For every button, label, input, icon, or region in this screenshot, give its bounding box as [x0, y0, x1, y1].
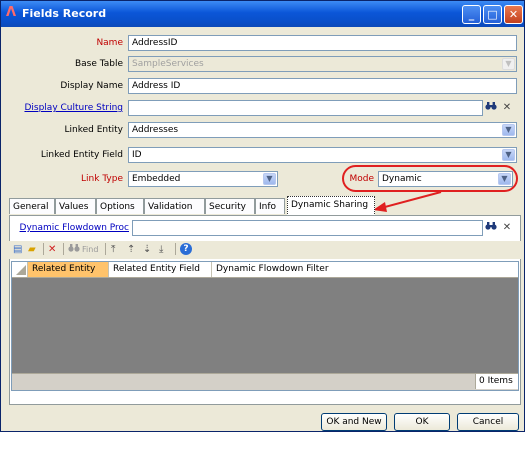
- ok-button[interactable]: OK: [394, 413, 450, 431]
- move-bottom-icon[interactable]: ⤓: [159, 243, 163, 257]
- open-folder-icon[interactable]: ▰: [28, 243, 36, 257]
- grid-toolbar: ▤ ▰ ✕ Find ⤒ ⇡ ⇣ ⤓ ?: [9, 241, 521, 259]
- base-table-value: SampleServices: [132, 59, 204, 69]
- grid-footer: 0 Items: [12, 373, 518, 390]
- move-up-icon[interactable]: ⇡: [127, 243, 135, 257]
- find-button: Find: [82, 245, 99, 254]
- display-culture-string-input[interactable]: [128, 100, 483, 116]
- help-icon[interactable]: ?: [180, 243, 192, 255]
- toolbar-separator: [175, 243, 176, 255]
- chevron-down-icon[interactable]: ▼: [502, 149, 515, 161]
- toolbar-separator: [63, 243, 64, 255]
- display-culture-string-link[interactable]: Display Culture String: [3, 101, 123, 115]
- column-dynamic-flowdown-filter[interactable]: Dynamic Flowdown Filter: [212, 262, 352, 277]
- clear-icon[interactable]: ✕: [500, 101, 514, 115]
- tab-info[interactable]: Info: [255, 198, 285, 214]
- related-entity-grid: Related Entity Related Entity Field Dyna…: [11, 261, 519, 391]
- tab-values[interactable]: Values: [55, 198, 96, 214]
- tab-general[interactable]: General: [9, 198, 55, 214]
- linked-entity-value: Addresses: [132, 125, 179, 135]
- minimize-button[interactable]: _: [462, 5, 481, 24]
- clear-icon[interactable]: ✕: [500, 221, 514, 235]
- name-label: Name: [96, 38, 123, 48]
- app-logo-icon: Λ: [6, 5, 17, 20]
- linked-entity-select[interactable]: Addresses ▼: [128, 122, 517, 138]
- binoculars-icon[interactable]: [484, 221, 498, 235]
- dynamic-flowdown-proc-input[interactable]: [132, 220, 483, 236]
- link-type-value: Embedded: [132, 174, 181, 184]
- fields-record-window: Λ Fields Record _ □ ✕ Name AddressID Bas…: [0, 0, 525, 432]
- linked-entity-label: Linked Entity: [64, 125, 124, 135]
- chevron-down-icon: ▼: [502, 58, 515, 70]
- items-count: 0 Items: [475, 374, 518, 389]
- chevron-down-icon[interactable]: ▼: [502, 124, 515, 136]
- display-name-label: Display Name: [60, 81, 123, 91]
- window-title: Fields Record: [22, 7, 107, 20]
- annotation-arrow-icon: [373, 191, 442, 212]
- base-table-label: Base Table: [74, 59, 123, 69]
- linked-entity-field-label: Linked Entity Field: [40, 150, 123, 160]
- column-related-entity[interactable]: Related Entity: [28, 262, 109, 277]
- toolbar-separator: [43, 243, 44, 255]
- title-bar: Λ Fields Record _ □ ✕: [1, 1, 524, 27]
- column-related-entity-field[interactable]: Related Entity Field: [109, 262, 212, 277]
- cancel-button[interactable]: Cancel: [457, 413, 519, 431]
- linked-entity-field-select[interactable]: ID ▼: [128, 147, 517, 163]
- linked-entity-field-value: ID: [132, 150, 142, 160]
- dynamic-flowdown-proc-link[interactable]: Dynamic Flowdown Proc: [1, 221, 129, 235]
- tab-security[interactable]: Security: [205, 198, 255, 214]
- new-icon[interactable]: ▤: [13, 243, 22, 257]
- link-type-label: Link Type: [81, 174, 123, 184]
- name-input[interactable]: AddressID: [128, 35, 517, 51]
- tab-options[interactable]: Options: [96, 198, 144, 214]
- display-name-input[interactable]: Address ID: [128, 78, 517, 94]
- find-binoculars-icon: [68, 243, 80, 257]
- toolbar-separator: [105, 243, 106, 255]
- highlight-oval: [342, 165, 518, 192]
- delete-icon[interactable]: ✕: [48, 243, 56, 257]
- maximize-button[interactable]: □: [483, 5, 502, 24]
- base-table-select: SampleServices ▼: [128, 56, 517, 72]
- close-button[interactable]: ✕: [504, 5, 523, 24]
- binoculars-icon[interactable]: [484, 101, 498, 115]
- select-all-corner[interactable]: [12, 262, 28, 277]
- move-top-icon[interactable]: ⤒: [111, 243, 115, 257]
- tab-validation[interactable]: Validation: [144, 198, 205, 214]
- ok-and-new-button[interactable]: OK and New: [321, 413, 387, 431]
- tab-dynamic-sharing[interactable]: Dynamic Sharing: [287, 196, 375, 216]
- move-down-icon[interactable]: ⇣: [143, 243, 151, 257]
- grid-header: Related Entity Related Entity Field Dyna…: [12, 262, 518, 278]
